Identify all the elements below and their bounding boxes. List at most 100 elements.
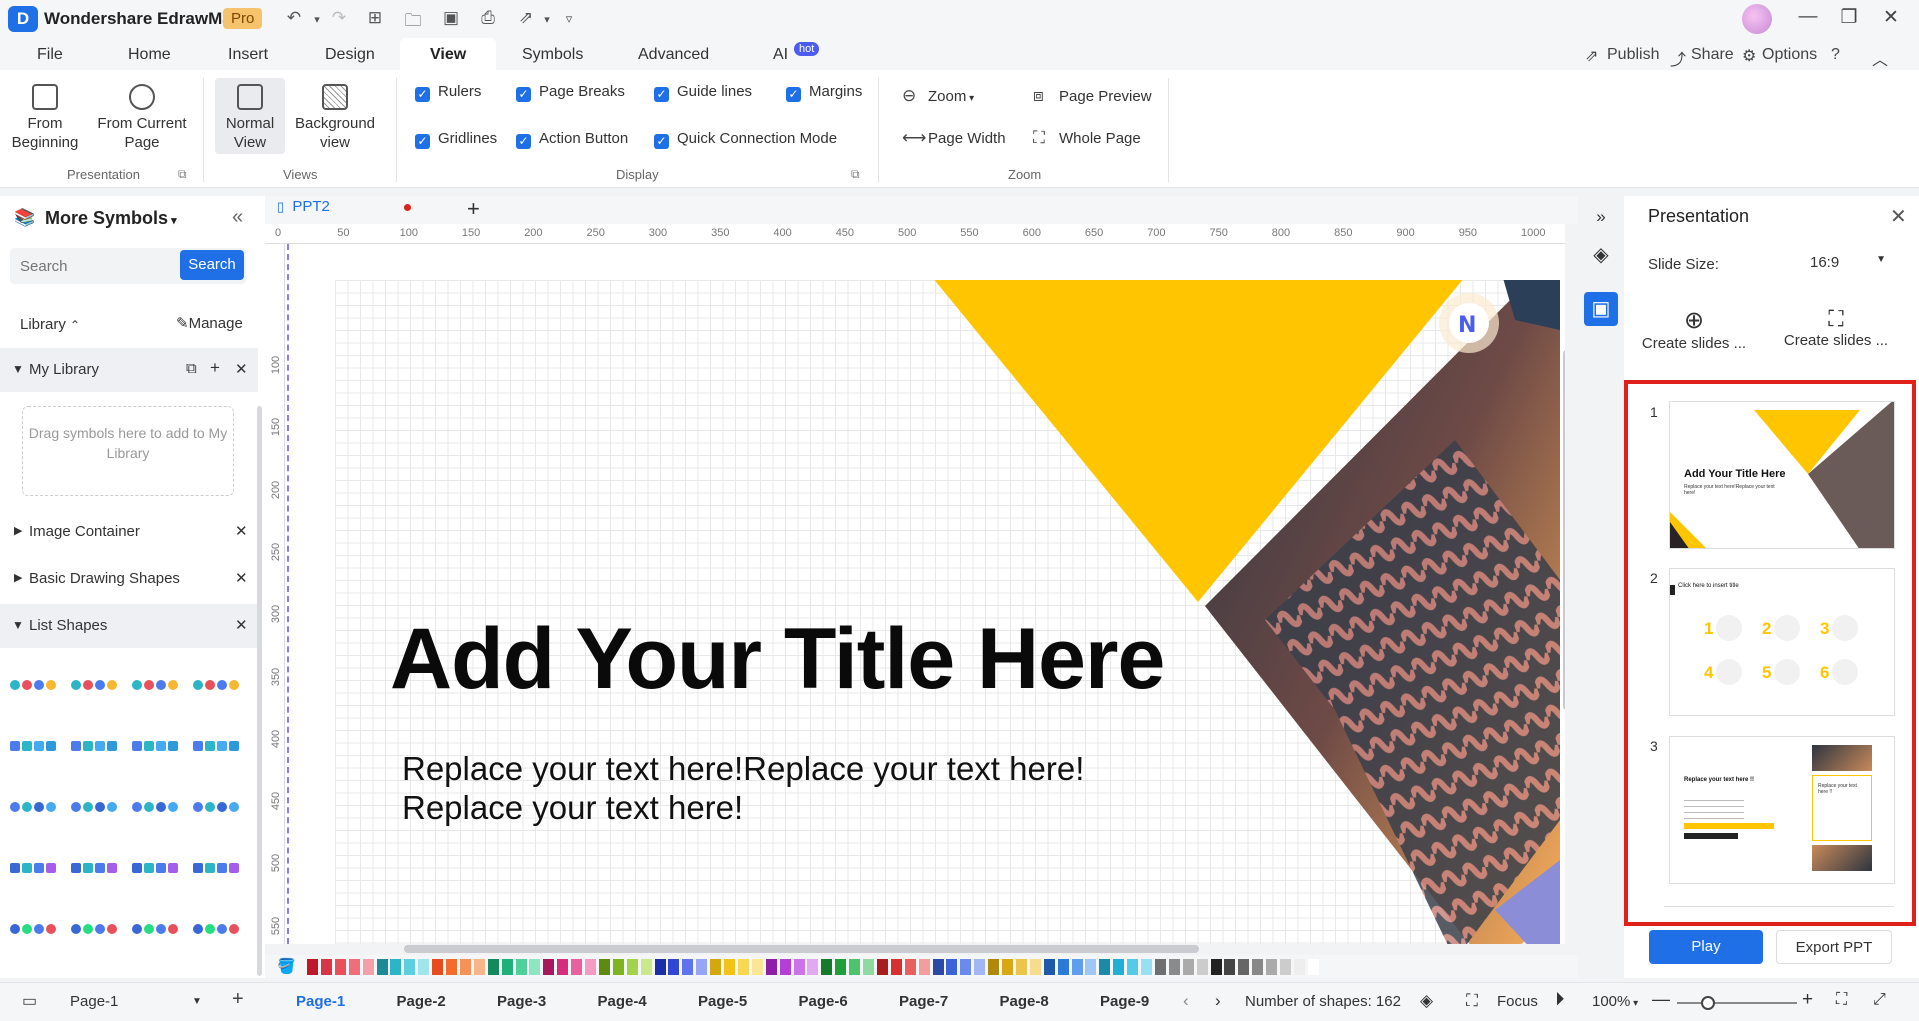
- slide-size-select[interactable]: 16:9 ▼: [1802, 248, 1892, 278]
- rulers-checkbox[interactable]: ✓ Rulers: [415, 83, 481, 102]
- list-shape-item[interactable]: [132, 920, 182, 938]
- presentation-icon[interactable]: ▣: [1584, 292, 1618, 326]
- image-container-section[interactable]: ▶ Image Container ✕: [0, 510, 258, 554]
- color-swatch[interactable]: [932, 959, 944, 975]
- color-swatch[interactable]: [1029, 959, 1041, 975]
- menu-insert[interactable]: Insert: [228, 46, 268, 64]
- color-swatch[interactable]: [793, 959, 805, 975]
- color-swatch[interactable]: [487, 959, 499, 975]
- page-tab[interactable]: Page-2: [397, 993, 446, 1010]
- zoom-out-icon[interactable]: —: [1652, 989, 1670, 1010]
- export-dropdown-icon[interactable]: ▾: [536, 13, 558, 26]
- menu-design[interactable]: Design: [325, 46, 375, 64]
- color-swatch[interactable]: [1168, 959, 1180, 975]
- close-icon[interactable]: ✕: [235, 616, 248, 634]
- share-icon[interactable]: ⤴: [1670, 46, 1686, 70]
- save-icon[interactable]: ▣: [440, 8, 462, 28]
- search-button[interactable]: Search: [180, 250, 244, 280]
- play-circle-icon[interactable]: ⏵: [1555, 989, 1565, 1011]
- guide-lines-checkbox[interactable]: ✓ Guide lines: [654, 83, 752, 102]
- share-button[interactable]: Share: [1691, 46, 1734, 64]
- color-swatch[interactable]: [571, 959, 583, 975]
- close-icon[interactable]: ✕: [235, 569, 248, 587]
- color-swatch[interactable]: [710, 959, 722, 975]
- slide-thumbnail-2[interactable]: Click here to insert title 123456: [1669, 568, 1895, 716]
- color-swatch[interactable]: [1127, 959, 1139, 975]
- expand-panel-icon[interactable]: »: [1584, 200, 1618, 234]
- color-swatch[interactable]: [1182, 959, 1194, 975]
- list-shape-item[interactable]: [193, 920, 243, 938]
- color-swatch[interactable]: [1307, 959, 1319, 975]
- fit-page-icon[interactable]: ⛶: [1836, 991, 1847, 1009]
- action-button-checkbox[interactable]: ✓ Action Button: [516, 130, 628, 149]
- color-swatch[interactable]: [1224, 959, 1236, 975]
- color-swatch[interactable]: [1015, 959, 1027, 975]
- list-shape-item[interactable]: [71, 859, 121, 877]
- menu-file[interactable]: File: [37, 46, 63, 64]
- previous-page-icon[interactable]: ‹: [1183, 991, 1189, 1011]
- color-swatch[interactable]: [459, 959, 471, 975]
- color-swatch[interactable]: [585, 959, 596, 975]
- add-icon[interactable]: +: [210, 358, 220, 378]
- whole-page-button[interactable]: ⛶ Whole Page: [1033, 128, 1141, 148]
- list-shape-item[interactable]: [10, 859, 60, 877]
- color-swatch[interactable]: [724, 959, 735, 975]
- color-swatch[interactable]: [918, 959, 930, 975]
- page-tab[interactable]: Page-3: [497, 993, 546, 1010]
- color-swatch[interactable]: [501, 959, 513, 975]
- color-swatch[interactable]: [543, 959, 555, 975]
- more-symbols-title[interactable]: More Symbols ▾: [45, 208, 177, 229]
- my-library-section[interactable]: ▼ My Library ⧉ + ✕: [0, 348, 258, 392]
- symbol-search-input[interactable]: [10, 248, 170, 284]
- menu-symbols[interactable]: Symbols: [522, 46, 583, 64]
- color-swatch[interactable]: [362, 959, 374, 975]
- library-toggle[interactable]: Library ⌃: [20, 316, 80, 333]
- page-layout-icon[interactable]: ▭: [22, 991, 37, 1011]
- color-swatch[interactable]: [334, 959, 346, 975]
- page-tab[interactable]: Page-8: [1000, 993, 1049, 1010]
- color-swatch[interactable]: [529, 959, 541, 975]
- document-tab[interactable]: ▯ PPT2: [277, 198, 437, 222]
- background-view-button[interactable]: Background view: [290, 84, 380, 152]
- color-swatch[interactable]: [418, 959, 430, 975]
- list-shape-item[interactable]: [71, 676, 121, 694]
- open-folder-icon[interactable]: 🗀: [402, 8, 424, 37]
- normal-view-button[interactable]: Normal View: [215, 78, 285, 154]
- slide-title-text[interactable]: Add Your Title Here: [390, 610, 1165, 709]
- color-swatch[interactable]: [1252, 959, 1264, 975]
- list-shape-item[interactable]: [10, 798, 60, 816]
- color-swatch[interactable]: [863, 959, 874, 975]
- list-shape-item[interactable]: [10, 920, 60, 938]
- list-shape-item[interactable]: [10, 737, 60, 755]
- color-swatch[interactable]: [1238, 959, 1250, 975]
- zoom-button[interactable]: ⊖ Zoom ▾: [902, 86, 974, 106]
- close-icon[interactable]: ✕: [1890, 204, 1907, 229]
- layers-icon[interactable]: ◈: [1420, 991, 1433, 1011]
- page-tab[interactable]: Page-6: [799, 993, 848, 1010]
- color-swatch[interactable]: [1099, 959, 1111, 975]
- options-button[interactable]: Options: [1762, 46, 1817, 64]
- color-swatch[interactable]: [751, 959, 763, 975]
- list-shape-item[interactable]: [132, 676, 182, 694]
- menu-ai[interactable]: AI: [773, 46, 788, 64]
- zoom-level[interactable]: 100% ▾: [1592, 993, 1638, 1010]
- color-swatch[interactable]: [1210, 959, 1222, 975]
- page-tab[interactable]: Page-9: [1100, 993, 1149, 1010]
- page-breaks-checkbox[interactable]: ✓ Page Breaks: [516, 83, 625, 102]
- color-swatch[interactable]: [988, 959, 1000, 975]
- color-swatch[interactable]: [974, 959, 986, 975]
- create-slides-auto-button[interactable]: ⛶ Create slides ...: [1776, 306, 1896, 349]
- color-swatch[interactable]: [696, 959, 708, 975]
- color-swatch[interactable]: [557, 959, 569, 975]
- color-swatch[interactable]: [904, 959, 916, 975]
- print-icon[interactable]: ⎙: [477, 8, 499, 28]
- color-swatch[interactable]: [598, 959, 610, 975]
- list-shape-item[interactable]: [71, 798, 121, 816]
- presentation-group-expand-icon[interactable]: ⧉: [178, 167, 187, 182]
- list-shape-item[interactable]: [193, 859, 243, 877]
- color-swatch[interactable]: [612, 959, 624, 975]
- drawing-canvas[interactable]: N: [285, 244, 1565, 944]
- fill-bucket-icon[interactable]: 🪣: [277, 957, 296, 975]
- focus-button[interactable]: Focus: [1497, 993, 1538, 1010]
- color-swatch[interactable]: [807, 959, 819, 975]
